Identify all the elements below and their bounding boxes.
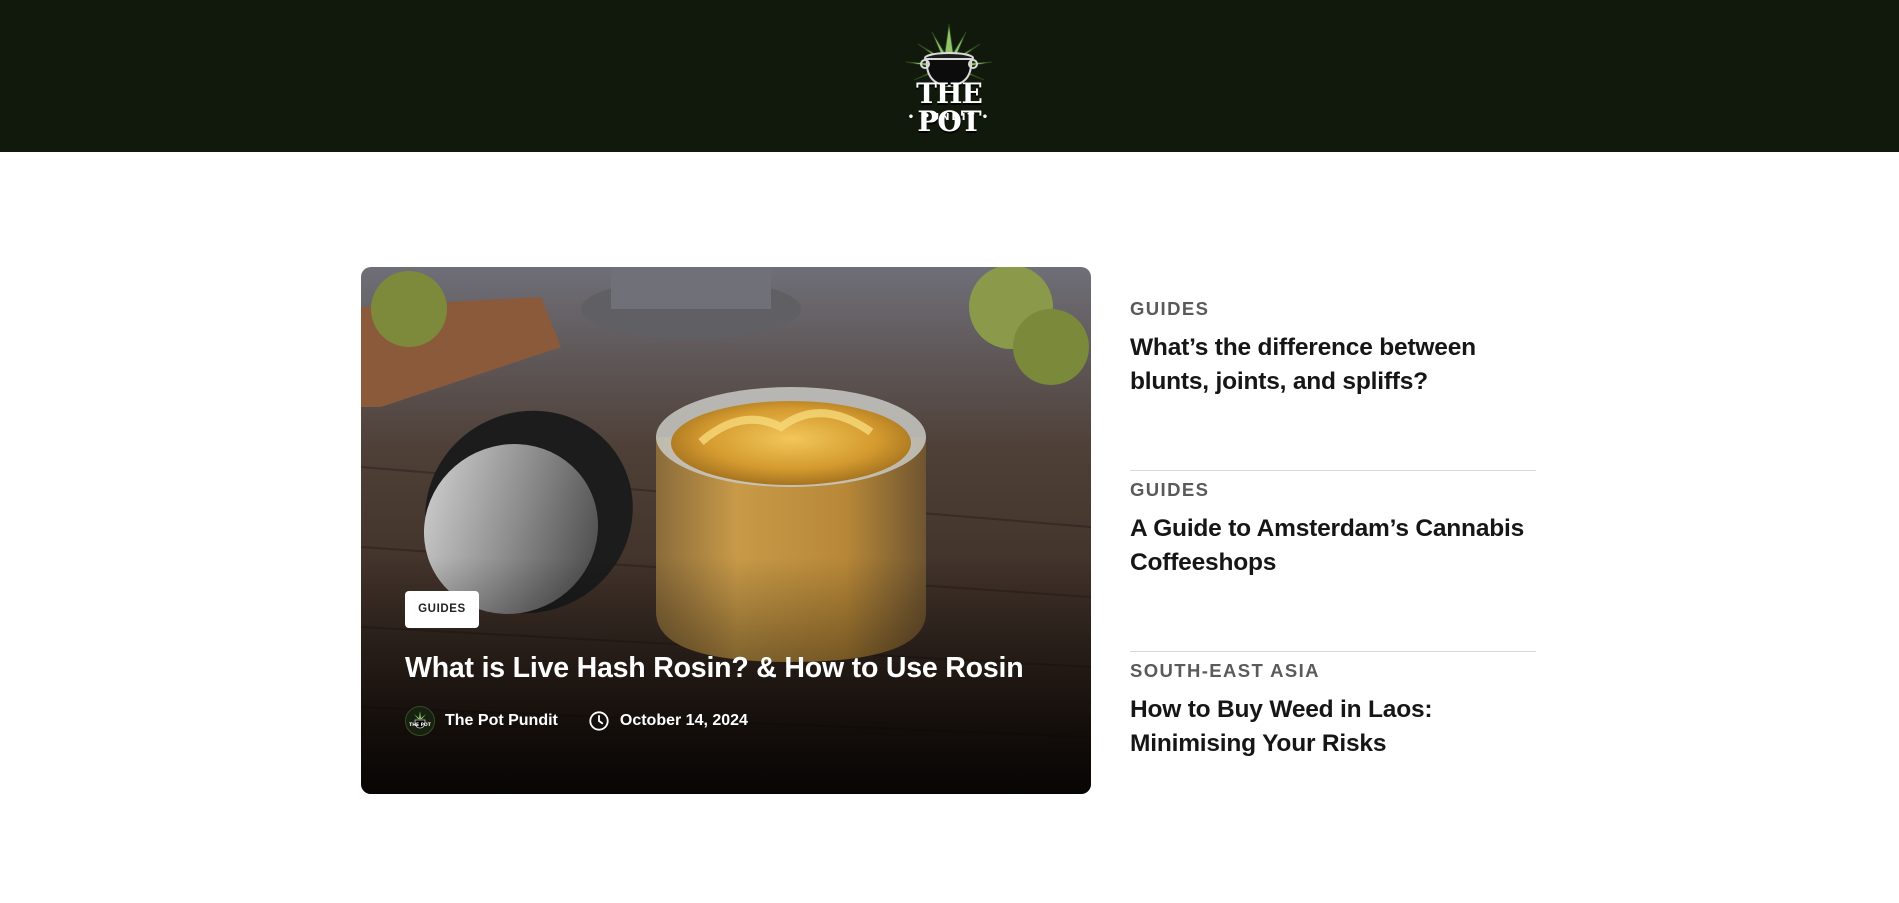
article-category[interactable]: GUIDES: [1130, 479, 1209, 501]
clock-icon: [589, 711, 609, 731]
logo-subtitle: • PUNDIT •: [907, 112, 991, 123]
list-item[interactable]: GUIDES What’s the difference between blu…: [1130, 290, 1536, 471]
article-title[interactable]: A Guide to Amsterdam’s Cannabis Coffeesh…: [1130, 512, 1530, 580]
featured-article-card[interactable]: GUIDES What is Live Hash Rosin? & How to…: [361, 267, 1091, 794]
pot-pundit-logo-icon: THE POT: [409, 711, 432, 729]
list-item[interactable]: GUIDES A Guide to Amsterdam’s Cannabis C…: [1130, 471, 1536, 652]
article-title[interactable]: How to Buy Weed in Laos: Minimising Your…: [1130, 693, 1530, 761]
logo-title: THE POT: [916, 77, 983, 138]
list-item[interactable]: SOUTH-EAST ASIA How to Buy Weed in Laos:…: [1130, 652, 1536, 833]
article-title[interactable]: What’s the difference between blunts, jo…: [1130, 331, 1530, 399]
article-category[interactable]: GUIDES: [1130, 298, 1209, 320]
article-meta: THE POT The Pot Pundit October 14, 2024: [405, 706, 748, 736]
site-header: THE POT • PUNDIT •: [0, 0, 1899, 152]
featured-article-title[interactable]: What is Live Hash Rosin? & How to Use Ro…: [405, 650, 1065, 686]
site-logo[interactable]: THE POT • PUNDIT •: [884, 22, 1014, 136]
article-category[interactable]: SOUTH-EAST ASIA: [1130, 660, 1320, 682]
publish-date: October 14, 2024: [619, 712, 748, 729]
author-name[interactable]: The Pot Pundit: [445, 712, 558, 730]
category-badge[interactable]: GUIDES: [405, 591, 479, 628]
svg-text:THE POT: THE POT: [409, 722, 432, 728]
author-avatar[interactable]: THE POT: [405, 706, 435, 736]
sidebar-article-list: GUIDES What’s the difference between blu…: [1130, 290, 1536, 833]
